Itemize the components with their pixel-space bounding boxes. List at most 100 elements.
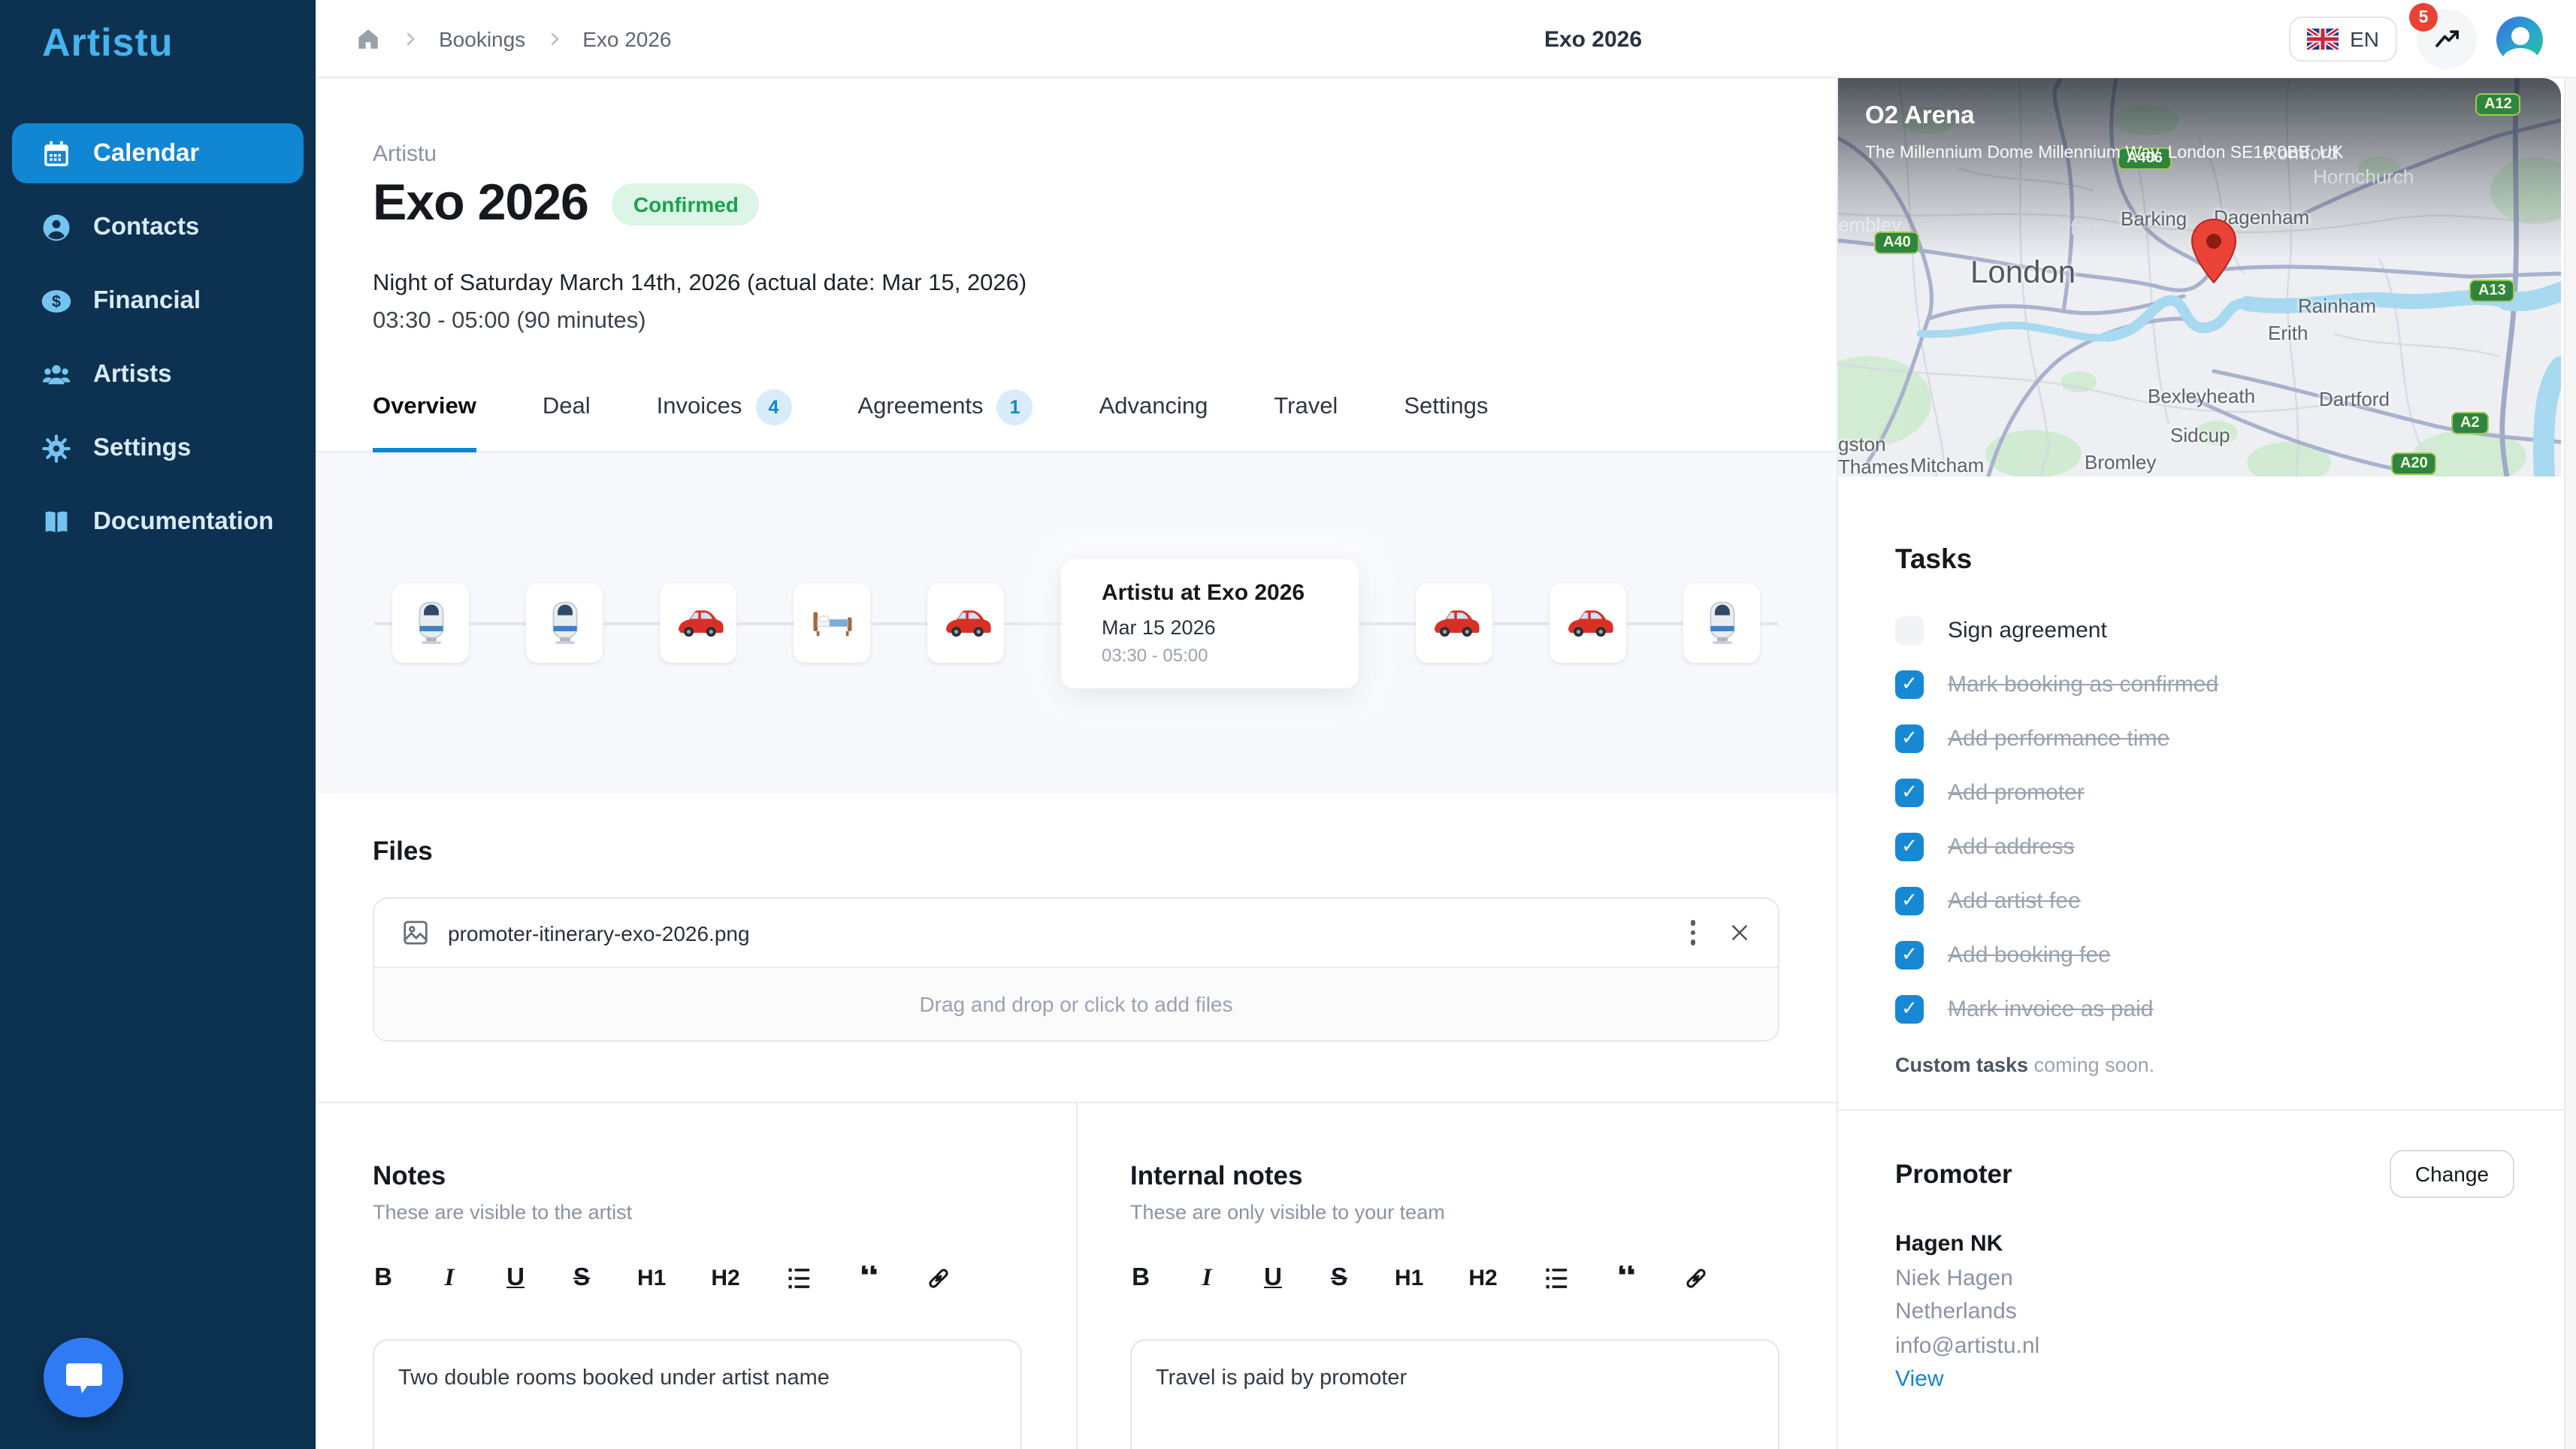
car-icon[interactable] (1550, 583, 1626, 663)
map-label: Mitcham (1910, 454, 1984, 476)
blockquote-button[interactable]: “ (1616, 1266, 1637, 1290)
train-icon[interactable] (392, 583, 469, 663)
change-promoter-button[interactable]: Change (2390, 1150, 2514, 1198)
timeline-event-card[interactable]: Artistu at Exo 2026 Mar 15 2026 03:30 - … (1061, 558, 1359, 688)
file-dropzone[interactable]: Drag and drop or click to add files (374, 968, 1778, 1040)
task-checkbox[interactable] (1895, 724, 1924, 752)
tab-overview[interactable]: Overview (373, 389, 476, 451)
map-label: London (1970, 256, 2076, 292)
blockquote-button[interactable]: “ (859, 1266, 880, 1290)
home-icon[interactable] (355, 26, 382, 53)
heading2-button[interactable]: H2 (711, 1265, 739, 1290)
task-checkbox[interactable] (1895, 778, 1924, 806)
ordered-list-icon[interactable] (1543, 1263, 1571, 1292)
train-icon[interactable] (526, 583, 603, 663)
status-badge: Confirmed (612, 183, 760, 225)
notification-badge: 5 (2409, 3, 2438, 32)
internal-notes-input[interactable]: Travel is paid by promoter (1130, 1339, 1779, 1449)
promoter-heading: Promoter (1895, 1158, 2012, 1190)
map-label: Erith (2268, 322, 2308, 344)
car-icon[interactable] (660, 583, 736, 663)
sidebar: Artistu Calendar Contacts $ Financial (0, 0, 316, 1449)
people-icon (41, 358, 72, 390)
car-icon[interactable] (1416, 583, 1492, 663)
book-icon (41, 506, 72, 537)
task-checkbox[interactable] (1895, 940, 1924, 969)
tab-travel[interactable]: Travel (1274, 389, 1338, 451)
map-label: Ilford (2060, 216, 2104, 239)
heading1-button[interactable]: H1 (1395, 1265, 1423, 1290)
task-checkbox[interactable] (1895, 832, 1924, 861)
file-row[interactable]: promoter-itinerary-exo-2026.png (374, 899, 1778, 968)
ordered-list-icon[interactable] (785, 1263, 814, 1292)
task-checkbox[interactable] (1895, 670, 1924, 698)
top-header: Bookings Exo 2026 Exo 2026 EN 5 (316, 0, 2576, 78)
task-row: Mark booking as confirmed (1895, 667, 2507, 700)
scrollbar[interactable] (2564, 78, 2576, 1449)
tab-settings[interactable]: Settings (1404, 389, 1488, 451)
sidebar-item-calendar[interactable]: Calendar (12, 123, 304, 183)
link-icon[interactable] (925, 1263, 954, 1292)
tab-invoices[interactable]: Invoices4 (657, 389, 792, 451)
road-badge: A12 (2475, 93, 2521, 116)
map-label: Bromley (2085, 451, 2156, 473)
page-title: Exo 2026 (1368, 0, 1819, 78)
sidebar-item-contacts[interactable]: Contacts (12, 197, 304, 257)
notes-heading: Notes (373, 1160, 1076, 1192)
app-logo[interactable]: Artistu (0, 0, 316, 66)
road-badge: A40 (1874, 231, 1920, 254)
bold-button[interactable]: B (373, 1263, 394, 1292)
train-icon[interactable] (1683, 583, 1760, 663)
task-checkbox[interactable] (1895, 994, 1924, 1023)
tab-advancing[interactable]: Advancing (1099, 389, 1208, 451)
chat-button[interactable] (44, 1338, 123, 1417)
breadcrumb-bookings[interactable]: Bookings (439, 27, 525, 51)
sidebar-item-financial[interactable]: $ Financial (12, 271, 304, 331)
sidebar-item-label: Calendar (93, 139, 199, 168)
italic-button[interactable]: I (1196, 1263, 1217, 1293)
promoter-email: info@artistu.nl (1895, 1330, 2514, 1363)
language-selector[interactable]: EN (2288, 17, 2397, 62)
sidebar-item-documentation[interactable]: Documentation (12, 492, 304, 552)
underline-button[interactable]: U (505, 1263, 526, 1292)
internal-notes-column: Internal notes These are only visible to… (1076, 1103, 1837, 1449)
person-icon (41, 211, 72, 243)
task-row: Add address (1895, 830, 2507, 863)
breadcrumb: Bookings Exo 2026 (355, 0, 672, 78)
underline-button[interactable]: U (1262, 1263, 1283, 1292)
heading1-button[interactable]: H1 (637, 1265, 666, 1290)
sidebar-item-artists[interactable]: Artists (12, 344, 304, 404)
file-menu-icon[interactable] (1681, 912, 1704, 954)
tab-agreements[interactable]: Agreements1 (857, 389, 1033, 451)
sidebar-item-settings[interactable]: Settings (12, 418, 304, 478)
user-avatar[interactable] (2496, 16, 2543, 62)
activity-button[interactable]: 5 (2417, 9, 2477, 69)
venue-address: The Millennium Dome Millennium Way, Lond… (1865, 144, 2344, 162)
heading2-button[interactable]: H2 (1468, 1265, 1497, 1290)
task-checkbox[interactable] (1895, 616, 1924, 644)
task-row: Add booking fee (1895, 938, 2507, 971)
italic-button[interactable]: I (439, 1263, 460, 1293)
bold-button[interactable]: B (1130, 1263, 1151, 1292)
files-section: Files promoter-itinerary-exo-2026.png Dr… (316, 794, 1837, 1042)
map-label: Sidcup (2170, 424, 2230, 446)
promoter-section: Promoter Change Hagen NK Niek Hagen Neth… (1838, 1111, 2564, 1397)
map-label: Thames (1838, 455, 1909, 476)
view-promoter-link[interactable]: View (1895, 1363, 2514, 1397)
file-name: promoter-itinerary-exo-2026.png (448, 921, 1681, 945)
app-window: Artistu Calendar Contacts $ Financial (0, 0, 2576, 1449)
venue-map[interactable]: London embley Ilford Romford Hornchurch … (1838, 78, 2561, 476)
bed-icon[interactable] (794, 583, 870, 663)
car-icon[interactable] (927, 583, 1004, 663)
internal-notes-heading: Internal notes (1130, 1160, 1837, 1192)
sidebar-item-label: Financial (93, 286, 201, 315)
link-icon[interactable] (1683, 1263, 1711, 1292)
tab-deal[interactable]: Deal (543, 389, 591, 451)
file-remove-icon[interactable] (1728, 921, 1751, 944)
event-time: 03:30 - 05:00 (1102, 644, 1359, 665)
strikethrough-button[interactable]: S (1329, 1263, 1350, 1292)
task-checkbox[interactable] (1895, 886, 1924, 915)
notes-input[interactable]: Two double rooms booked under artist nam… (373, 1339, 1022, 1449)
strikethrough-button[interactable]: S (571, 1263, 592, 1292)
itinerary-timeline: Artistu at Exo 2026 Mar 15 2026 03:30 - … (316, 452, 1837, 794)
